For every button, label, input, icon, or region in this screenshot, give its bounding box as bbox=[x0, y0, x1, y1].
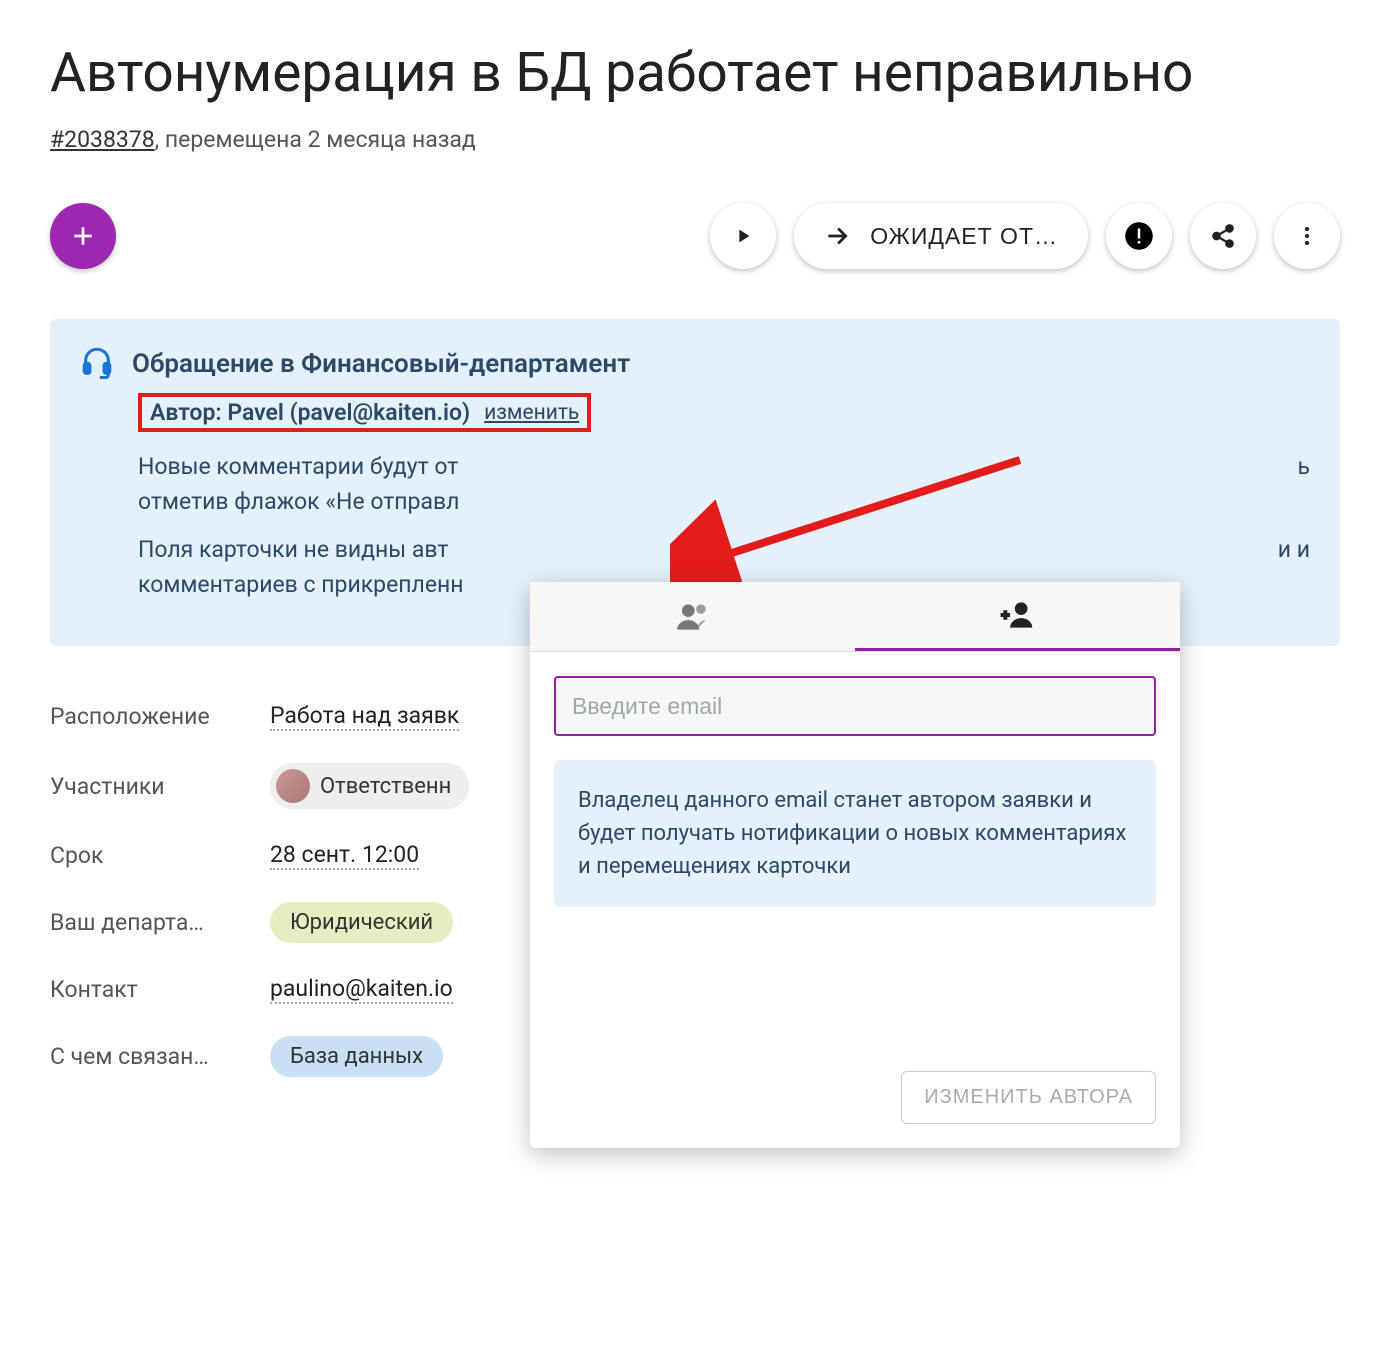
author-text: Автор: Pavel (pavel@kaiten.io) bbox=[150, 399, 470, 426]
arrow-right-icon bbox=[824, 223, 850, 249]
email-input[interactable] bbox=[554, 676, 1156, 736]
submit-change-author-button[interactable]: ИЗМЕНИТЬ АВТОРА bbox=[901, 1071, 1156, 1124]
change-author-popup: Владелец данного email станет автором за… bbox=[530, 582, 1180, 1148]
author-highlight: Автор: Pavel (pavel@kaiten.io) изменить bbox=[138, 393, 591, 432]
status-button[interactable]: ОЖИДАЕТ ОТ… bbox=[794, 203, 1088, 269]
due-label: Срок bbox=[50, 842, 250, 869]
plus-icon bbox=[70, 223, 96, 249]
member-chip[interactable]: Ответственн bbox=[270, 763, 469, 809]
person-add-icon bbox=[999, 596, 1037, 634]
department-label: Ваш департа… bbox=[50, 909, 250, 936]
contact-value[interactable]: paulino@kaiten.io bbox=[270, 975, 453, 1004]
more-button[interactable] bbox=[1274, 203, 1340, 269]
location-label: Расположение bbox=[50, 703, 250, 730]
card-meta: #2038378, перемещена 2 месяца назад bbox=[50, 126, 1340, 153]
members-label: Участники bbox=[50, 773, 250, 800]
change-author-link[interactable]: изменить bbox=[484, 401, 579, 425]
alert-button[interactable] bbox=[1106, 203, 1172, 269]
location-value[interactable]: Работа над заявк bbox=[270, 702, 459, 731]
status-label: ОЖИДАЕТ ОТ… bbox=[870, 223, 1058, 250]
popup-tabs bbox=[530, 582, 1180, 652]
request-heading: Обращение в Финансовый-департамент bbox=[132, 349, 630, 379]
due-value[interactable]: 28 сент. 12:00 bbox=[270, 841, 419, 870]
alert-icon bbox=[1124, 221, 1154, 251]
related-chip[interactable]: База данных bbox=[270, 1036, 443, 1077]
moved-text: , перемещена 2 месяца назад bbox=[155, 126, 476, 153]
more-vertical-icon bbox=[1295, 224, 1319, 248]
tab-add-user[interactable] bbox=[855, 582, 1180, 651]
headset-icon bbox=[80, 345, 114, 383]
issue-id-link[interactable]: #2038378 bbox=[50, 126, 155, 153]
share-button[interactable] bbox=[1190, 203, 1256, 269]
info-block: Владелец данного email станет автором за… bbox=[554, 760, 1156, 907]
tab-existing-users[interactable] bbox=[530, 582, 855, 651]
request-body: Новые комментарии будут отьотметив флажо… bbox=[138, 450, 1310, 602]
related-label: С чем связан… bbox=[50, 1043, 250, 1070]
member-chip-label: Ответственн bbox=[320, 774, 451, 799]
avatar bbox=[276, 769, 310, 803]
card-title: Автонумерация в БД работает неправильно bbox=[50, 40, 1340, 106]
play-button[interactable] bbox=[710, 203, 776, 269]
people-icon bbox=[674, 598, 712, 636]
toolbar: ОЖИДАЕТ ОТ… bbox=[50, 203, 1340, 269]
add-button[interactable] bbox=[50, 203, 116, 269]
department-chip[interactable]: Юридический bbox=[270, 902, 453, 943]
share-icon bbox=[1210, 223, 1236, 249]
contact-label: Контакт bbox=[50, 976, 250, 1003]
play-icon bbox=[732, 225, 754, 247]
